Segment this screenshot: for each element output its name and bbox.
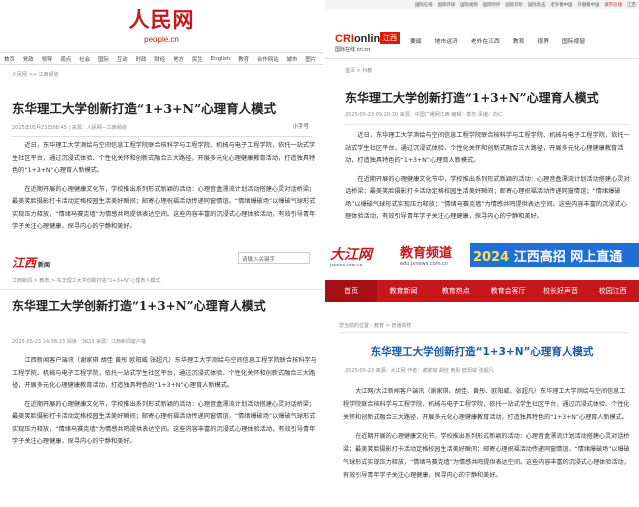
- cri-online-article-panel: 国际在线 国际环球 国际视频 国际时评 国际云听 国际直击 老外看中国 外眼看中…: [325, 0, 639, 240]
- paragraph: 在近期开展的心理健康文化节，学校推出系列形式新颖的活动：心理音盒漂流计划活动搭建…: [12, 400, 316, 446]
- article-title: 东华理工大学创新打造“1+3+N”心理育人模式: [12, 299, 266, 313]
- nav-item[interactable]: 地方: [173, 55, 184, 63]
- font-size-toggle[interactable]: 小字号: [292, 122, 309, 130]
- paragraph: 近日，东华理工大学测绘与空间信息工程学院联合核科学与工程学院、机械与电子工程学院…: [345, 132, 630, 164]
- nav-item[interactable]: 财经: [154, 55, 165, 63]
- site-name: 人民网: [128, 7, 195, 32]
- section-item[interactable]: 要闻: [410, 36, 422, 45]
- section-item[interactable]: 老外在江西: [471, 36, 500, 45]
- nav-item[interactable]: 教育: [238, 55, 249, 63]
- main-menu: 首页 教育新闻 教育热点 教育会客厅 校长好声音 校园江西: [325, 280, 639, 302]
- paragraph: 江西新闻客户端讯（谢家琪 胡佳 黄彤 欧阳威 张超凡）东华理工大学测绘与空间信息…: [12, 357, 317, 389]
- nav-item[interactable]: 观点: [60, 55, 71, 63]
- top-nav-item[interactable]: 老外看中国: [550, 2, 572, 8]
- breadcrumb[interactable]: 江西新闻 > 教育 > 东华理工大学创新打造“1+3+N”心理育人模式: [12, 277, 160, 284]
- site-url: people.cn: [144, 35, 179, 44]
- article-title: 东华理工大学创新打造“1+3+N”心理育人模式: [370, 346, 594, 358]
- nav-item[interactable]: 领导: [42, 55, 53, 63]
- people-cn-article-panel: 人民网 people.cn 首页 党政 领导 观点 社会 国际 互动 时政 财经…: [0, 0, 323, 245]
- main-nav: 首页 党政 领导 观点 社会 国际 互动 时政 财经 地方 民生 English…: [0, 52, 323, 65]
- divider: [0, 289, 323, 290]
- article-body: 近日，东华理工大学测绘与空间信息工程学院联合核科学与工程学院、机械与电子工程学院…: [12, 140, 317, 240]
- gaokao-banner[interactable]: 2024 江西高招 网上直通: [470, 243, 639, 267]
- nav-item[interactable]: 合作网站: [257, 55, 279, 63]
- paragraph: 在近期开展的心理健康文化节，学校推出系列形式新颖的活动：心理音盒漂流计划活动搭建…: [343, 433, 630, 479]
- jiangxi-news-logo[interactable]: 江西 新闻: [12, 254, 50, 271]
- header-banner: 大江网 jxnews.com.cn 教育频道 edu.jxnews.com.cn 2…: [325, 240, 639, 270]
- article-title: 东华理工大学创新打造“1+3+N”心理育人模式: [12, 101, 277, 116]
- section-item[interactable]: 视界: [537, 36, 549, 45]
- menu-item[interactable]: 教育会客厅: [482, 286, 534, 296]
- article-body: 江西新闻客户端讯（谢家琪 胡佳 黄彤 欧阳威 张超凡）东华理工大学测绘与空间信息…: [12, 355, 317, 455]
- nav-item[interactable]: 互动: [117, 55, 128, 63]
- divider: [345, 124, 630, 125]
- top-nav-item[interactable]: 国际在线: [415, 2, 433, 8]
- region-tag[interactable]: 江西: [380, 32, 400, 44]
- paragraph: 大江网/大江新闻客户端讯（谢家琪、胡佳、黄彤、欧阳威、张超凡）东华理工大学测绘与…: [343, 388, 630, 421]
- menu-item[interactable]: 教育热点: [430, 286, 482, 296]
- article-title: 东华理工大学创新打造“1+3+N”心理育人模式: [345, 91, 599, 105]
- brand-mark: CRIonline: [335, 33, 387, 45]
- edu-channel-logo[interactable]: 教育频道 edu.jxnews.com.cn: [400, 242, 452, 267]
- section-item[interactable]: 教育: [513, 36, 525, 45]
- nav-item[interactable]: 社会: [79, 55, 90, 63]
- nav-item[interactable]: 民生: [192, 55, 203, 63]
- top-nav-item[interactable]: 国际时评: [483, 2, 501, 8]
- font-size-label: 小字号: [292, 124, 309, 130]
- section-nav: 要闻 地市运济 老外在江西 教育 视界 国际视窗: [410, 36, 598, 45]
- article-body: 大江网/大江新闻客户端讯（谢家琪、胡佳、黄彤、欧阳威、张超凡）东华理工大学测绘与…: [343, 385, 631, 488]
- section-item[interactable]: 地市运济: [435, 36, 458, 45]
- section-item[interactable]: 国际视窗: [562, 36, 585, 45]
- nav-item[interactable]: 时政: [136, 55, 147, 63]
- breadcrumb[interactable]: 您当前的位置：教育 > 普通高校: [339, 322, 629, 333]
- article-body: 近日，东华理工大学测绘与空间信息工程学院联合核科学与工程学院、机械与电子工程学院…: [345, 130, 633, 230]
- jiangxi-news-article-panel: 江西 新闻 请输入关键字 江西新闻 > 教育 > 东华理工大学创新打造“1+3+N…: [0, 247, 323, 507]
- search-input[interactable]: 请输入关键字: [238, 252, 310, 264]
- top-nav-item[interactable]: 国际环球: [438, 2, 456, 8]
- breadcrumb[interactable]: 人民网 >> 江西频道: [12, 71, 59, 78]
- top-nav: 国际在线 国际环球 国际视频 国际时评 国际云听 国际直击 老外看中国 外眼看中…: [325, 0, 639, 9]
- jxnews-edu-article-panel: 大江网 jxnews.com.cn 教育频道 edu.jxnews.com.cn 2…: [325, 240, 639, 507]
- people-cn-logo[interactable]: 人民网 people.cn: [0, 4, 323, 44]
- top-nav-item[interactable]: 国际直击: [528, 2, 546, 8]
- nav-item[interactable]: 国际: [98, 55, 109, 63]
- divider: [12, 136, 312, 137]
- divider: [325, 58, 639, 59]
- cri-logo[interactable]: CRIonline 国际在线 cri.cn: [335, 27, 386, 53]
- article-meta: 2025-05-23 14:58:23 阅读：3633 来源：江西新闻客户端: [12, 339, 147, 345]
- paragraph: 在近期开展的心理健康文化节中，学校推出系列形式新颖的活动：心理音盒漂流计划活动搭…: [345, 175, 630, 221]
- brand-sub: 国际在线 cri.cn: [335, 47, 371, 53]
- paragraph: 在近期开展的心理健康文化节，学校推出系列形式新颖的活动：心理音盒漂流计划活动搭建…: [12, 185, 316, 231]
- nav-item[interactable]: English: [211, 56, 230, 62]
- top-nav-item[interactable]: 国际视频: [460, 2, 478, 8]
- breadcrumb[interactable]: 首页 > 科教: [345, 67, 372, 74]
- paragraph: 近日，东华理工大学测绘与空间信息工程学院联合核科学与工程学院、机械与电子工程学院…: [12, 142, 316, 174]
- top-nav-item[interactable]: 国际云听: [505, 2, 523, 8]
- menu-item[interactable]: 校长好声音: [534, 286, 586, 296]
- top-nav-item-active[interactable]: 城市在线: [604, 2, 622, 8]
- nav-item[interactable]: 党政: [23, 55, 34, 63]
- menu-item[interactable]: 校园江西: [587, 286, 639, 296]
- nav-item[interactable]: 城市: [287, 55, 298, 63]
- article-meta: 2025-05-23 09:20:30 来源：中国广播网江西 编辑：季杰 责编：…: [345, 112, 503, 118]
- article-meta: 2025-05-23 来源：大江网 作者：谢家琪 胡佳 黄彤 欧阳威 张超凡: [345, 368, 494, 374]
- article-meta: 2025年05月23日08:45 | 来源：人民网－江西频道: [12, 125, 127, 131]
- top-nav-item[interactable]: 外眼看中国: [577, 2, 599, 8]
- top-nav-item[interactable]: 江西: [627, 2, 636, 8]
- menu-item-home[interactable]: 首页: [325, 280, 378, 302]
- jxnews-logo[interactable]: 大江网 jxnews.com.cn: [330, 244, 372, 267]
- nav-item[interactable]: 首页: [4, 55, 15, 63]
- nav-item[interactable]: 图片: [305, 55, 316, 63]
- menu-item[interactable]: 教育新闻: [377, 286, 429, 296]
